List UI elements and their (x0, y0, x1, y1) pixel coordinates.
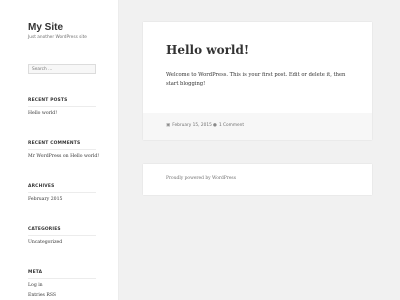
post-title[interactable]: Hello world! (166, 43, 249, 57)
category-link[interactable]: Uncategorized (28, 240, 62, 245)
post-comments-text: 1 Comment (218, 123, 245, 128)
recent-comments-heading: RECENT COMMENTS (28, 141, 81, 146)
divider (28, 235, 96, 236)
comment-bubble-icon: ● (213, 123, 217, 128)
sidebar: My Site Just another WordPress site Sear… (0, 0, 119, 300)
site-tagline: Just another WordPress site (28, 35, 87, 40)
post-date[interactable]: ▣ February 15, 2015 (166, 123, 212, 128)
divider (28, 278, 96, 279)
meta-heading: META (28, 270, 43, 275)
footer-credit-link[interactable]: Proudly powered by WordPress (166, 176, 236, 181)
post-body: Welcome to WordPress. This is your first… (166, 72, 346, 87)
calendar-icon: ▣ (166, 123, 171, 128)
divider (28, 149, 96, 150)
archives-heading: ARCHIVES (28, 184, 55, 189)
comment-author-link[interactable]: Mr WordPress (28, 154, 61, 159)
recent-comment-item: Mr WordPress on Hello world! (28, 154, 99, 159)
post-date-text: February 15, 2015 (172, 123, 212, 128)
search-placeholder: Search … (32, 67, 53, 72)
post-comments[interactable]: ● 1 Comment (213, 123, 244, 128)
search-input[interactable]: Search … (28, 64, 96, 74)
post-card: Hello world! Welcome to WordPress. This … (143, 22, 372, 140)
recent-posts-heading: RECENT POSTS (28, 98, 68, 103)
site-title[interactable]: My Site (28, 22, 63, 33)
divider (28, 106, 96, 107)
meta-login-link[interactable]: Log in (28, 283, 43, 288)
comment-connector: on (62, 154, 69, 159)
meta-entries-rss-link[interactable]: Entries RSS (28, 293, 56, 298)
archive-link[interactable]: February 2015 (28, 197, 62, 202)
divider (28, 192, 96, 193)
recent-post-link[interactable]: Hello world! (28, 111, 57, 116)
categories-heading: CATEGORIES (28, 227, 61, 232)
site-footer: Proudly powered by WordPress (143, 164, 372, 195)
comment-post-link[interactable]: Hello world! (70, 154, 99, 159)
post-meta-footer: ▣ February 15, 2015 ● 1 Comment (143, 113, 372, 140)
